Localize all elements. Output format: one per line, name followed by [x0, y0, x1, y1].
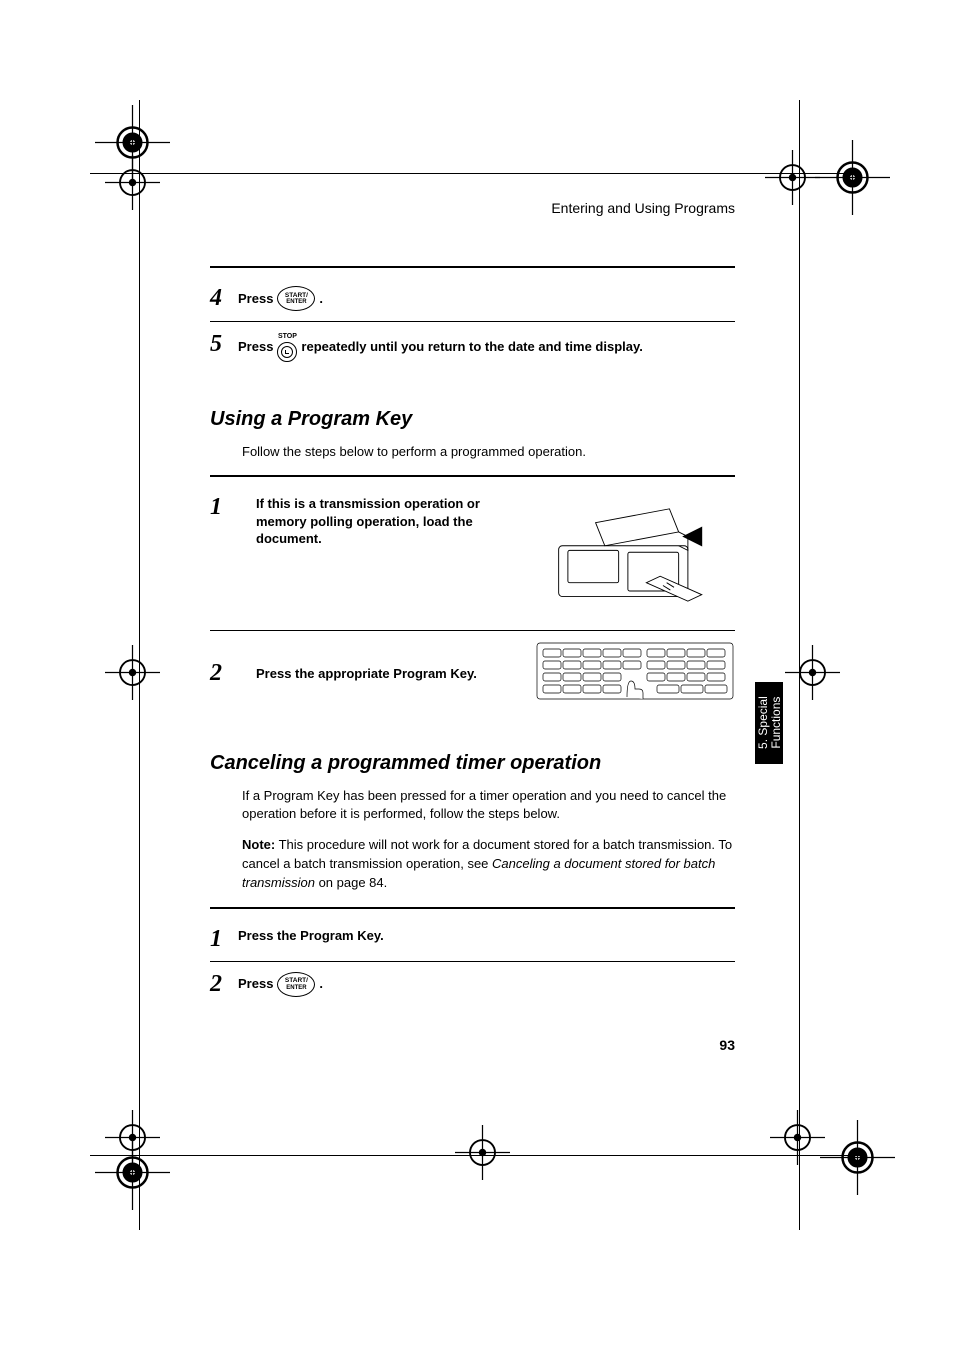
step-number: 1: [210, 495, 238, 519]
tab-line1: 5. Special: [755, 697, 769, 750]
start-enter-button-icon: START/ ENTER: [277, 286, 315, 311]
step-number: 4: [210, 286, 238, 310]
registration-mark-icon: [95, 635, 170, 710]
using-step-2: 2 Press the appropriate Program Key.: [210, 641, 735, 706]
start-enter-button-icon: START/ ENTER: [277, 972, 315, 997]
step-divider: [210, 961, 735, 962]
cancel-step-2: 2 Press START/ ENTER .: [210, 972, 735, 997]
registration-mark-icon: [445, 1115, 520, 1190]
registration-mark-icon: [95, 1135, 170, 1210]
note-text-2: on page 84.: [315, 875, 387, 890]
step-body: If this is a transmission operation or m…: [256, 495, 517, 548]
stop-button-icon: STOP: [277, 332, 297, 362]
step-body: Press START/ ENTER .: [238, 972, 735, 997]
program-key-panel-illustration: [535, 641, 735, 706]
step-body: Press START/ ENTER .: [238, 286, 735, 311]
section-intro: Follow the steps below to perform a prog…: [242, 443, 735, 461]
section-heading-using: Using a Program Key: [210, 408, 735, 431]
step-divider: [210, 321, 735, 322]
step-text: Press: [238, 338, 273, 356]
section-rule: [210, 907, 735, 909]
section-rule-top: [210, 266, 735, 268]
cancel-step-1: 1 Press the Program Key.: [210, 927, 735, 951]
step-text: Press: [238, 975, 273, 993]
registration-mark-icon: [775, 635, 850, 710]
step-number: 5: [210, 332, 238, 356]
running-header: Entering and Using Programs: [210, 200, 735, 216]
step-body: Press the Program Key.: [238, 927, 735, 945]
step-text-after: repeatedly until you return to the date …: [301, 338, 642, 356]
step-text: If this is a transmission operation or m…: [256, 495, 517, 548]
step-4: 4 Press START/ ENTER .: [210, 286, 735, 311]
step-text: Press: [238, 290, 273, 308]
step-text: Press the appropriate Program Key.: [256, 665, 477, 683]
step-body: Press STOP repeatedly until you return t…: [238, 332, 735, 362]
step-body: Press the appropriate Program Key.: [256, 665, 517, 683]
section-heading-canceling: Canceling a programmed timer operation: [210, 752, 735, 775]
page-number: 93: [210, 1037, 735, 1053]
registration-mark-icon: [815, 140, 890, 215]
step-number: 2: [210, 661, 238, 685]
step-text: Press the Program Key.: [238, 927, 384, 945]
step-text-after: .: [319, 975, 323, 993]
step-number: 1: [210, 927, 238, 951]
fax-load-document-illustration: [535, 495, 735, 620]
step-5: 5 Press STOP repeatedly until you return…: [210, 332, 735, 362]
step-divider: [210, 630, 735, 631]
crop-guide-horizontal-top: [90, 173, 860, 174]
step-number: 2: [210, 972, 238, 996]
step-text-after: .: [319, 290, 323, 308]
section-intro: If a Program Key has been pressed for a …: [242, 787, 735, 822]
page-content: Entering and Using Programs 4 Press STAR…: [210, 200, 735, 1053]
using-step-1: 1 If this is a transmission operation or…: [210, 495, 735, 620]
registration-mark-icon: [95, 145, 170, 220]
registration-mark-icon: [820, 1120, 895, 1195]
section-rule: [210, 475, 735, 477]
note-block: Note: This procedure will not work for a…: [242, 836, 735, 893]
note-label: Note:: [242, 837, 275, 852]
